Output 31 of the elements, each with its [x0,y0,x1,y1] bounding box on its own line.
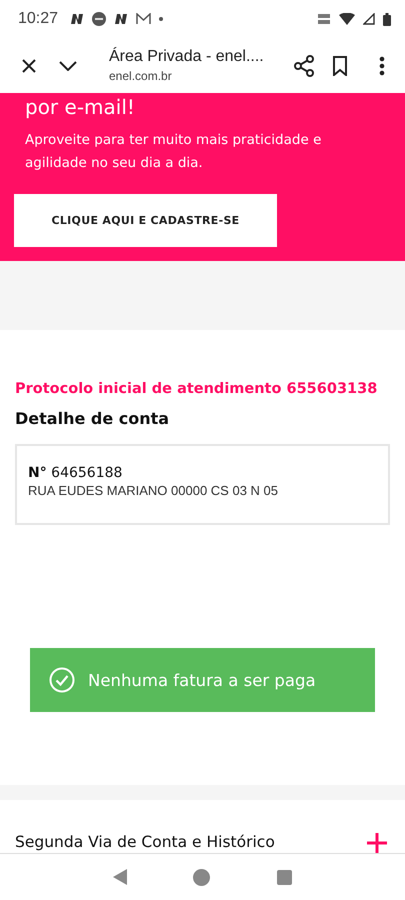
protocol-text: Protocolo inicial de atendimento 655603138 [15,381,378,397]
notice-text: Nenhuma fatura a ser paga [88,670,316,690]
battery-icon [383,12,391,26]
plus-icon[interactable] [367,833,387,853]
page-title: Área Privada - enel.... [109,48,265,66]
close-icon [21,58,37,74]
app-notification-icon [92,12,106,26]
account-address: RUA EUDES MARIANO 00000 CS 03 N 05 [28,483,279,498]
bookmark-icon [332,56,348,76]
dot-icon [159,17,164,21]
section-heading: Detalhe de conta [15,409,170,428]
check-circle-icon [49,667,75,693]
chevron-down-icon [59,60,77,70]
account-number: N° 64656188 [28,465,124,481]
app-notification-icon [70,13,84,25]
recents-icon[interactable] [276,870,292,884]
accordion-title[interactable]: Segunda Via de Conta e Histórico [15,833,275,853]
banner-text: Aproveite para ter muito mais praticidade e agilidade no seu dia a dia. [25,131,322,173]
status-time: 10:27 [18,10,58,28]
app-notification-icon [114,13,128,25]
mail-icon [136,13,152,25]
share-button[interactable] [291,52,317,78]
wifi-icon [339,13,355,25]
back-icon[interactable] [113,869,128,885]
register-button[interactable]: CLIQUE AQUI E CADASTRE-SE [14,194,277,247]
signal-icon [363,13,375,25]
share-icon [294,54,314,76]
banner-heading: por e-mail! [25,95,136,119]
more-options-icon [379,56,385,76]
page-url: enel.com.br [109,69,173,83]
home-icon[interactable] [193,868,210,886]
